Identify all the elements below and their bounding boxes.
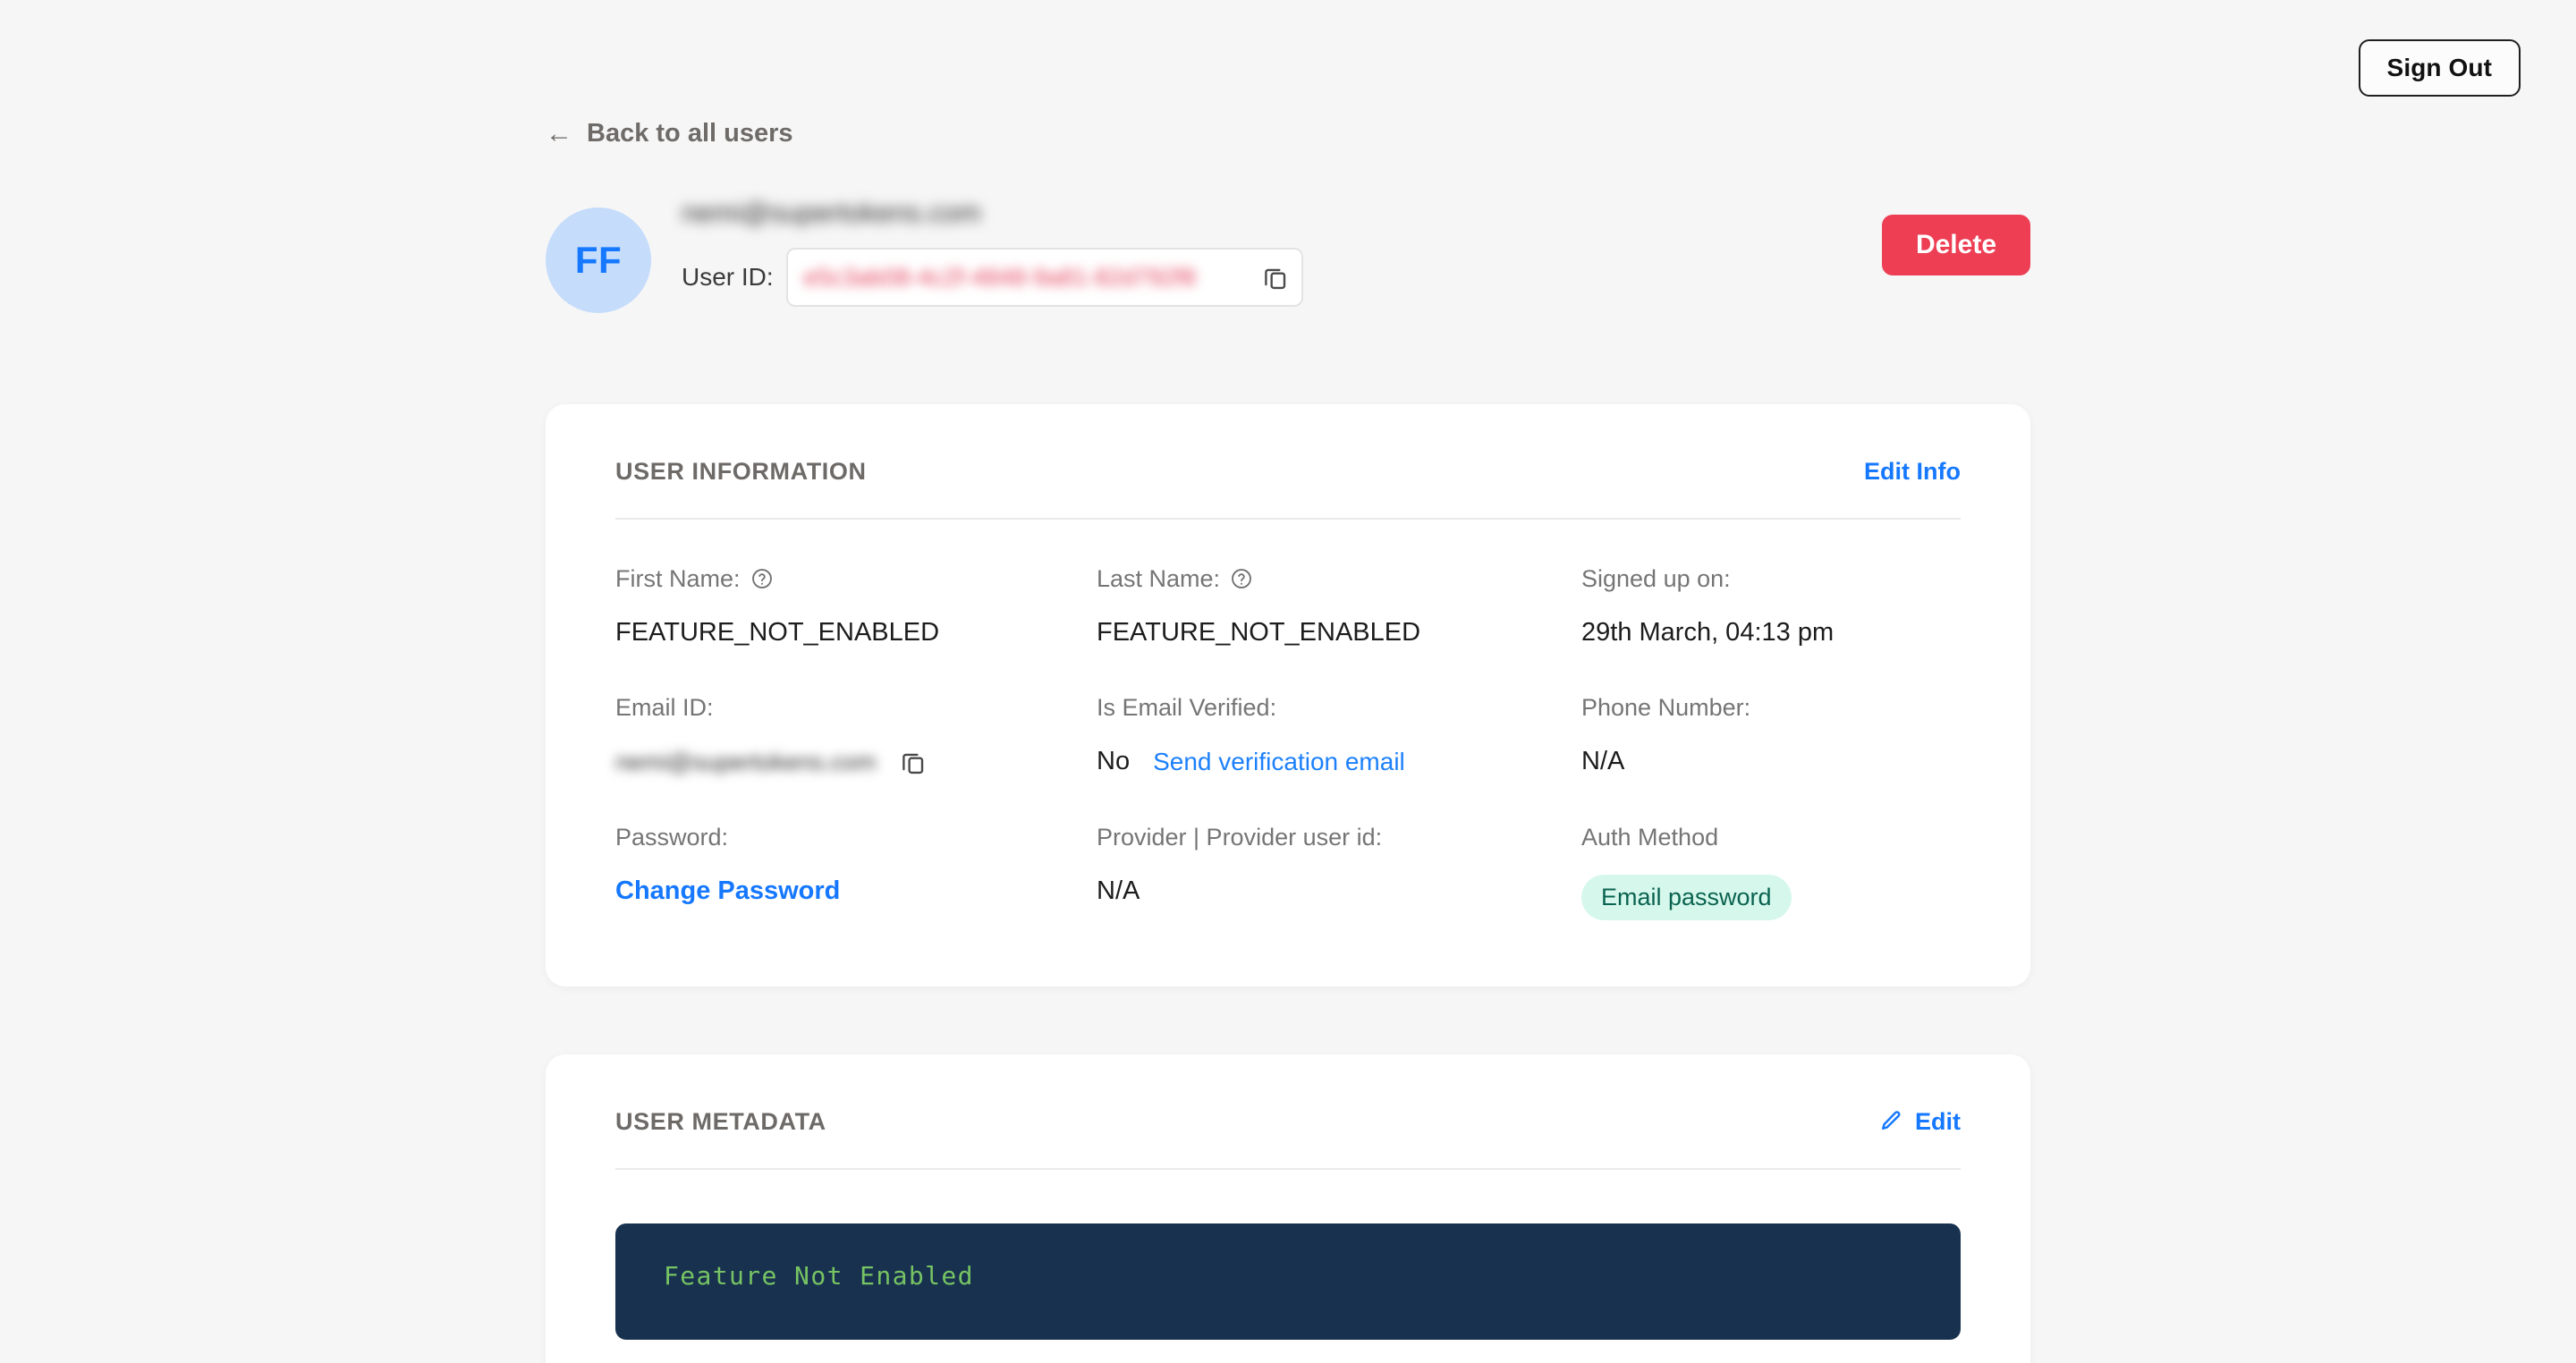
pencil-icon xyxy=(1877,1109,1902,1134)
back-to-all-users-link[interactable]: ← Back to all users xyxy=(546,119,793,148)
user-metadata-code-text: Feature Not Enabled xyxy=(664,1260,974,1291)
field-is-email-verified-value: No xyxy=(1097,747,1131,776)
edit-metadata-label: Edit xyxy=(1915,1107,1961,1135)
auth-method-badge: Email password xyxy=(1581,875,1792,920)
field-is-email-verified-label-text: Is Email Verified: xyxy=(1097,694,1277,722)
edit-metadata-button[interactable]: Edit xyxy=(1877,1108,1961,1136)
field-password-label: Password: xyxy=(615,823,1097,851)
field-auth-method-value-row: Email password xyxy=(1581,875,1961,920)
field-phone-number: Phone Number: N/A xyxy=(1581,648,1961,777)
user-detail-page: Sign Out ← Back to all users FF nemi@sup… xyxy=(0,0,2576,1363)
user-metadata-code-block: Feature Not Enabled xyxy=(615,1223,1961,1340)
field-signed-up-on-label: Signed up on: xyxy=(1581,564,1961,593)
field-provider: Provider | Provider user id: N/A xyxy=(1097,778,1581,920)
field-email-id-label-text: Email ID: xyxy=(615,694,714,722)
back-arrow-icon: ← xyxy=(546,118,572,148)
help-circle-icon[interactable] xyxy=(750,567,774,590)
field-email-id-label: Email ID: xyxy=(615,693,1097,722)
field-auth-method-label: Auth Method xyxy=(1581,823,1961,851)
content-column: ← Back to all users FF nemi@supertokens.… xyxy=(546,0,2030,1363)
user-email-heading: nemi@supertokens.com xyxy=(682,197,981,228)
field-phone-number-value: N/A xyxy=(1581,747,1625,776)
field-auth-method-label-text: Auth Method xyxy=(1581,823,1719,851)
field-signed-up-on: Signed up on: 29th March, 04:13 pm xyxy=(1581,520,1961,648)
delete-button[interactable]: Delete xyxy=(1881,215,2030,275)
back-link-label: Back to all users xyxy=(587,119,793,148)
field-email-id-value: nemi@supertokens.com xyxy=(615,748,877,775)
field-first-name-value: FEATURE_NOT_ENABLED xyxy=(615,617,940,647)
field-password-label-text: Password: xyxy=(615,823,729,851)
user-information-card: USER INFORMATION Edit Info First Name: F… xyxy=(546,404,2030,986)
field-is-email-verified-value-row: No Send verification email xyxy=(1097,746,1581,778)
field-email-id: Email ID: nemi@supertokens.com xyxy=(615,648,1097,777)
field-password-value-row: Change Password xyxy=(615,875,1097,907)
field-first-name: First Name: FEATURE_NOT_ENABLED xyxy=(615,520,1097,648)
field-is-email-verified-label: Is Email Verified: xyxy=(1097,693,1581,722)
field-last-name-label: Last Name: xyxy=(1097,564,1581,593)
user-metadata-card: USER METADATA Edit Feature Not Enabled xyxy=(546,1054,2030,1363)
user-information-title: USER INFORMATION xyxy=(615,458,867,485)
user-information-grid: First Name: FEATURE_NOT_ENABLED Last Nam… xyxy=(615,520,1961,920)
field-provider-value: N/A xyxy=(1097,876,1140,905)
user-information-header: USER INFORMATION Edit Info xyxy=(615,404,1961,518)
field-provider-label-text: Provider | Provider user id: xyxy=(1097,823,1383,851)
user-metadata-header: USER METADATA Edit xyxy=(615,1054,1961,1168)
user-id-value: e5c3ab08-4c2f-4848-9a81-82d792f8 xyxy=(803,263,1197,291)
change-password-link[interactable]: Change Password xyxy=(615,876,840,907)
field-phone-number-label: Phone Number: xyxy=(1581,693,1961,722)
help-circle-icon[interactable] xyxy=(1230,567,1253,590)
edit-info-button[interactable]: Edit Info xyxy=(1864,458,1961,486)
field-email-id-value-row: nemi@supertokens.com xyxy=(615,746,1097,778)
field-last-name: Last Name: FEATURE_NOT_ENABLED xyxy=(1097,520,1581,648)
field-auth-method: Auth Method Email password xyxy=(1581,778,1961,920)
field-last-name-label-text: Last Name: xyxy=(1097,565,1221,592)
divider xyxy=(615,1167,1961,1170)
copy-icon[interactable] xyxy=(1262,264,1289,291)
field-signed-up-on-value: 29th March, 04:13 pm xyxy=(1581,617,1835,647)
field-phone-number-label-text: Phone Number: xyxy=(1581,694,1751,722)
user-metadata-title: USER METADATA xyxy=(615,1107,826,1135)
field-first-name-label-text: First Name: xyxy=(615,565,741,592)
user-id-field[interactable]: e5c3ab08-4c2f-4848-9a81-82d792f8 xyxy=(785,248,1303,307)
field-provider-label: Provider | Provider user id: xyxy=(1097,823,1581,851)
field-signed-up-on-label-text: Signed up on: xyxy=(1581,565,1731,592)
sign-out-button[interactable]: Sign Out xyxy=(2358,39,2521,97)
field-first-name-label: First Name: xyxy=(615,564,1097,593)
send-verification-email-link[interactable]: Send verification email xyxy=(1153,747,1405,777)
field-is-email-verified: Is Email Verified: No Send verification … xyxy=(1097,648,1581,777)
field-last-name-value: FEATURE_NOT_ENABLED xyxy=(1097,617,1421,647)
user-id-label: User ID: xyxy=(682,263,774,291)
avatar: FF xyxy=(546,207,651,313)
copy-icon[interactable] xyxy=(900,749,927,775)
user-header: FF nemi@supertokens.com User ID: e5c3ab0… xyxy=(546,197,2030,340)
user-id-row: User ID: e5c3ab08-4c2f-4848-9a81-82d792f… xyxy=(682,248,1303,307)
field-password: Password: Change Password xyxy=(615,778,1097,920)
